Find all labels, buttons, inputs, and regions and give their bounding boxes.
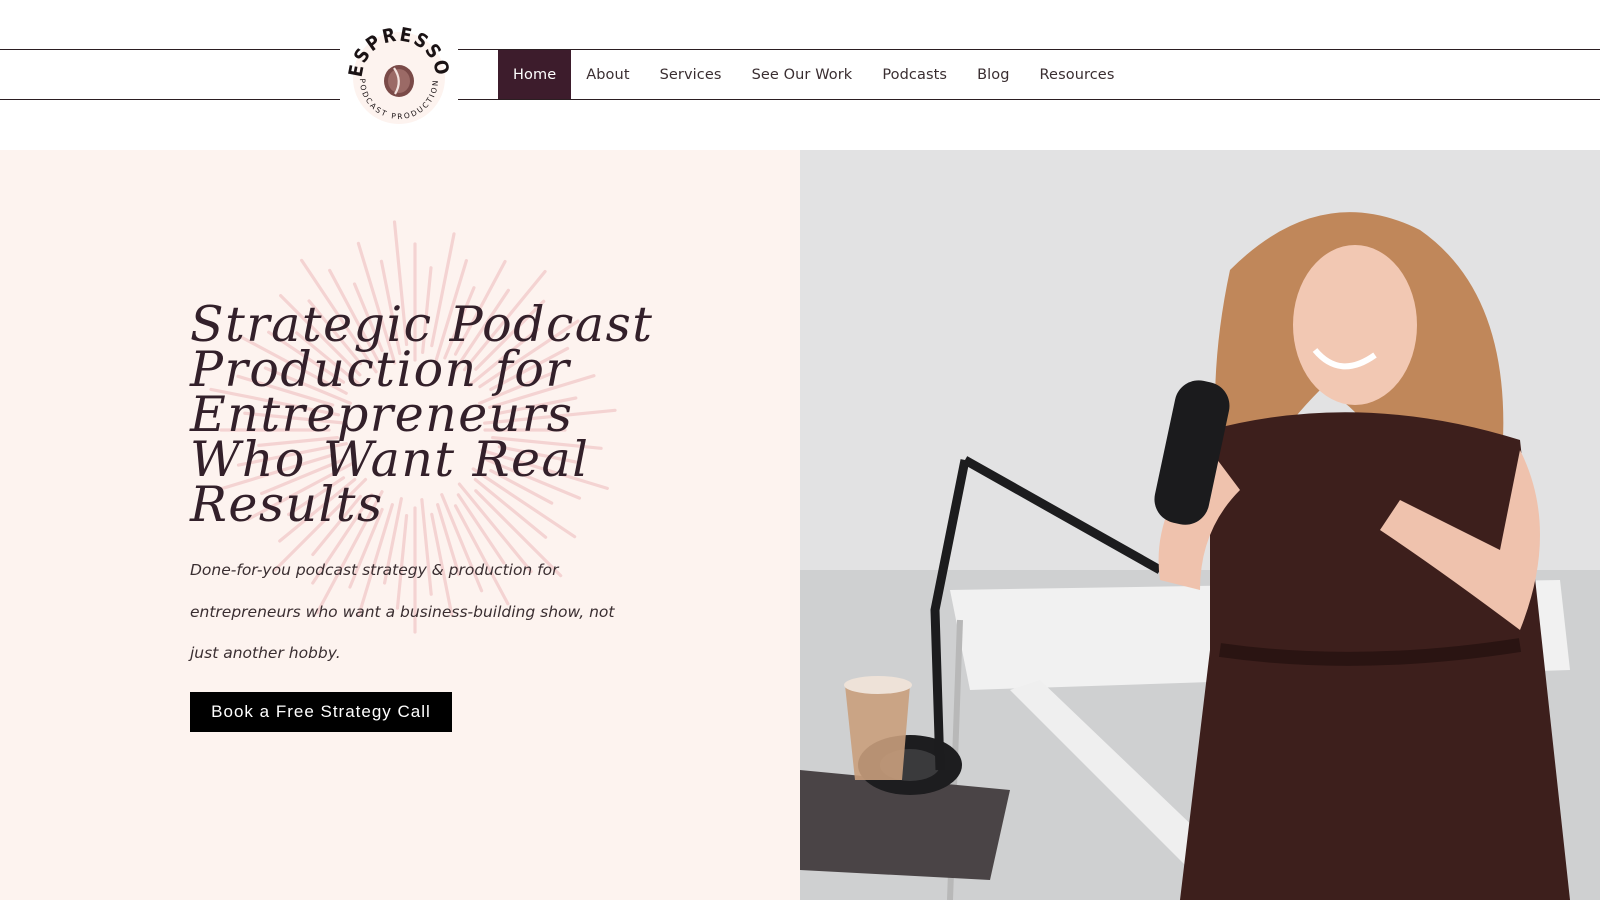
- nav-item-see-our-work[interactable]: See Our Work: [737, 50, 868, 99]
- nav-divider-bottom: [0, 99, 1600, 100]
- nav-item-services[interactable]: Services: [645, 50, 737, 99]
- nav-item-resources[interactable]: Resources: [1025, 50, 1130, 99]
- logo-badge-icon: ESPRESSO PODCAST PRODUCTION: [345, 24, 451, 124]
- host-with-microphone-image: [800, 150, 1600, 900]
- hero-headline: Strategic Podcast Production for Entrepr…: [190, 300, 660, 533]
- main-nav: Home About Services See Our Work Podcast…: [498, 50, 1129, 99]
- nav-item-home[interactable]: Home: [498, 50, 572, 99]
- espresso-logo[interactable]: ESPRESSO PODCAST PRODUCTION: [340, 16, 458, 134]
- site-header: ESPRESSO PODCAST PRODUCTION Home About S…: [0, 0, 1600, 150]
- hero-section: Strategic Podcast Production for Entrepr…: [0, 150, 800, 900]
- subtext-line: just another hobby.: [190, 644, 341, 662]
- nav-item-podcasts[interactable]: Podcasts: [867, 50, 962, 99]
- hero-subtext: Done-for-you podcast strategy & producti…: [190, 550, 630, 675]
- hero-photo: [800, 150, 1600, 900]
- subtext-line: entrepreneurs who want a business-buildi…: [190, 602, 615, 621]
- nav-item-about[interactable]: About: [571, 50, 644, 99]
- nav-item-blog[interactable]: Blog: [962, 50, 1024, 99]
- headline-line: Results: [190, 476, 384, 533]
- book-strategy-call-button[interactable]: Book a Free Strategy Call: [190, 692, 452, 732]
- subtext-line: Done-for-you podcast strategy & producti…: [190, 561, 559, 579]
